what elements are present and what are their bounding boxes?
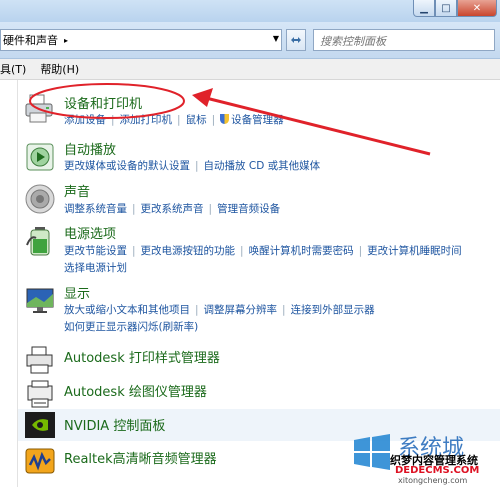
category-display: 显示 放大或缩小文本和其他项目 | 调整屏幕分辨率 | 连接到外部显示器 如何更正显示器… (18, 283, 500, 338)
category-title-power[interactable]: 电源选项 (64, 223, 116, 242)
link-external-display[interactable]: 连接到外部显示器 (291, 304, 375, 316)
link-separator: | (208, 203, 213, 215)
link-separator: | (211, 114, 216, 126)
category-sound: 声音 调整系统音量 | 更改系统声音 | 管理音频设备 (18, 181, 500, 221)
link-wake-password[interactable]: 唤醒计算机时需要密码 (249, 245, 354, 257)
autodesk-print-icon (26, 346, 53, 374)
menu-bar: 具(T) 帮助(H) (0, 59, 500, 80)
plotter-icon (27, 380, 53, 408)
category-title-display[interactable]: 显示 (64, 283, 90, 302)
link-separator: | (195, 304, 199, 316)
monitor-icon (26, 288, 54, 313)
menu-help[interactable]: 帮助(H) (40, 61, 79, 77)
category-title-devices-printers[interactable]: 设备和打印机 (64, 93, 142, 112)
refresh-icon (291, 37, 301, 43)
links-power-row2: 选择电源计划 (64, 260, 127, 275)
link-separator: | (358, 245, 363, 257)
printer-icon (25, 94, 53, 123)
link-mouse[interactable]: 鼠标 (186, 114, 207, 126)
link-add-printer[interactable]: 添加打印机 (120, 114, 173, 126)
window-buttons: ▁ □ ✕ (413, 0, 497, 18)
link-add-device[interactable]: 添加设备 (64, 114, 106, 126)
link-separator: | (132, 203, 136, 215)
link-change-media-defaults[interactable]: 更改媒体或设备的默认设置 (64, 160, 190, 172)
link-separator: | (132, 245, 136, 257)
category-devices-printers: 设备和打印机 添加设备 | 添加打印机 | 鼠标 | 设备管理器 (18, 90, 500, 130)
category-title-realtek[interactable]: Realtek高清晰音频管理器 (64, 448, 217, 467)
link-manage-audio[interactable]: 管理音频设备 (217, 203, 280, 215)
address-dropdown-icon[interactable]: ▼ (273, 34, 279, 43)
link-power-button[interactable]: 更改电源按钮的功能 (141, 245, 236, 257)
link-separator: | (111, 114, 115, 126)
shield-icon (220, 114, 230, 124)
breadcrumb-hardware-sound[interactable]: 硬件和声音 (1, 32, 58, 48)
category-title-sound[interactable]: 声音 (64, 181, 90, 200)
search-input[interactable] (318, 31, 472, 51)
link-choose-plan[interactable]: 选择电源计划 (64, 262, 127, 274)
link-sleep-time[interactable]: 更改计算机睡眠时间 (367, 245, 462, 257)
links-autoplay: 更改媒体或设备的默认设置 | 自动播放 CD 或其他媒体 (64, 158, 320, 173)
link-change-sounds[interactable]: 更改系统声音 (141, 203, 204, 215)
links-sound: 调整系统音量 | 更改系统声音 | 管理音频设备 (64, 201, 280, 216)
category-autodesk-print-style: Autodesk 打印样式管理器 (18, 342, 500, 376)
autoplay-icon (26, 143, 54, 171)
watermark-line2: DEDECMS.COM (395, 465, 480, 476)
breadcrumb-chevron-icon[interactable]: ▸ (64, 36, 68, 45)
minimize-icon: ▁ (420, 2, 428, 14)
speaker-icon (25, 184, 55, 214)
menu-tools[interactable]: 具(T) (0, 61, 26, 77)
close-icon: ✕ (472, 2, 482, 14)
link-text-size[interactable]: 放大或缩小文本和其他项目 (64, 304, 190, 316)
windows-logo-icon (354, 434, 390, 470)
watermark: 系统城 织梦内容管理系统 DEDECMS.COM xitongcheng.com (350, 430, 500, 487)
link-separator: | (282, 304, 286, 316)
control-panel-content: 设备和打印机 添加设备 | 添加打印机 | 鼠标 | 设备管理器 自动播放 更改媒体或设备的… (17, 80, 500, 487)
battery-icon (26, 227, 50, 256)
search-box[interactable] (313, 29, 495, 51)
link-autoplay-cd[interactable]: 自动播放 CD 或其他媒体 (204, 160, 321, 172)
category-title-autoplay[interactable]: 自动播放 (64, 139, 116, 158)
category-title-nvidia[interactable]: NVIDIA 控制面板 (64, 415, 165, 434)
links-devices-printers: 添加设备 | 添加打印机 | 鼠标 | 设备管理器 (64, 112, 284, 127)
maximize-icon: □ (441, 2, 451, 14)
links-power: 更改节能设置 | 更改电源按钮的功能 | 唤醒计算机时需要密码 | 更改计算机睡眠时间 (64, 243, 462, 258)
category-autoplay: 自动播放 更改媒体或设备的默认设置 | 自动播放 CD 或其他媒体 (18, 137, 500, 177)
realtek-icon (25, 448, 55, 474)
link-power-saving[interactable]: 更改节能设置 (64, 245, 127, 257)
nvidia-icon (25, 412, 55, 438)
refresh-button[interactable] (286, 29, 306, 51)
category-title-autodesk-print-style[interactable]: Autodesk 打印样式管理器 (64, 347, 220, 366)
link-device-manager[interactable]: 设备管理器 (231, 114, 284, 126)
maximize-button[interactable]: □ (435, 0, 457, 17)
window-title-bar: ▁ □ ✕ (0, 0, 500, 22)
link-resolution[interactable]: 调整屏幕分辨率 (204, 304, 278, 316)
category-title-autodesk-plotter[interactable]: Autodesk 绘图仪管理器 (64, 381, 207, 400)
address-bar[interactable]: 硬件和声音 ▸ ▼ (0, 29, 282, 51)
link-separator: | (177, 114, 181, 126)
watermark-line3: xitongcheng.com (398, 476, 468, 485)
category-autodesk-plotter: Autodesk 绘图仪管理器 (18, 376, 500, 410)
minimize-button[interactable]: ▁ (413, 0, 435, 17)
link-adjust-volume[interactable]: 调整系统音量 (64, 203, 127, 215)
link-separator: | (195, 160, 199, 172)
links-display: 放大或缩小文本和其他项目 | 调整屏幕分辨率 | 连接到外部显示器 (64, 302, 375, 317)
links-display-row2: 如何更正显示器闪烁(刷新率) (64, 319, 198, 334)
category-power: 电源选项 更改节能设置 | 更改电源按钮的功能 | 唤醒计算机时需要密码 | 更改计算机睡眠… (18, 223, 500, 278)
close-button[interactable]: ✕ (457, 0, 497, 17)
link-separator: | (240, 245, 244, 257)
link-refresh-rate[interactable]: 如何更正显示器闪烁(刷新率) (64, 321, 198, 333)
navigation-bar: 硬件和声音 ▸ ▼ (0, 22, 500, 59)
